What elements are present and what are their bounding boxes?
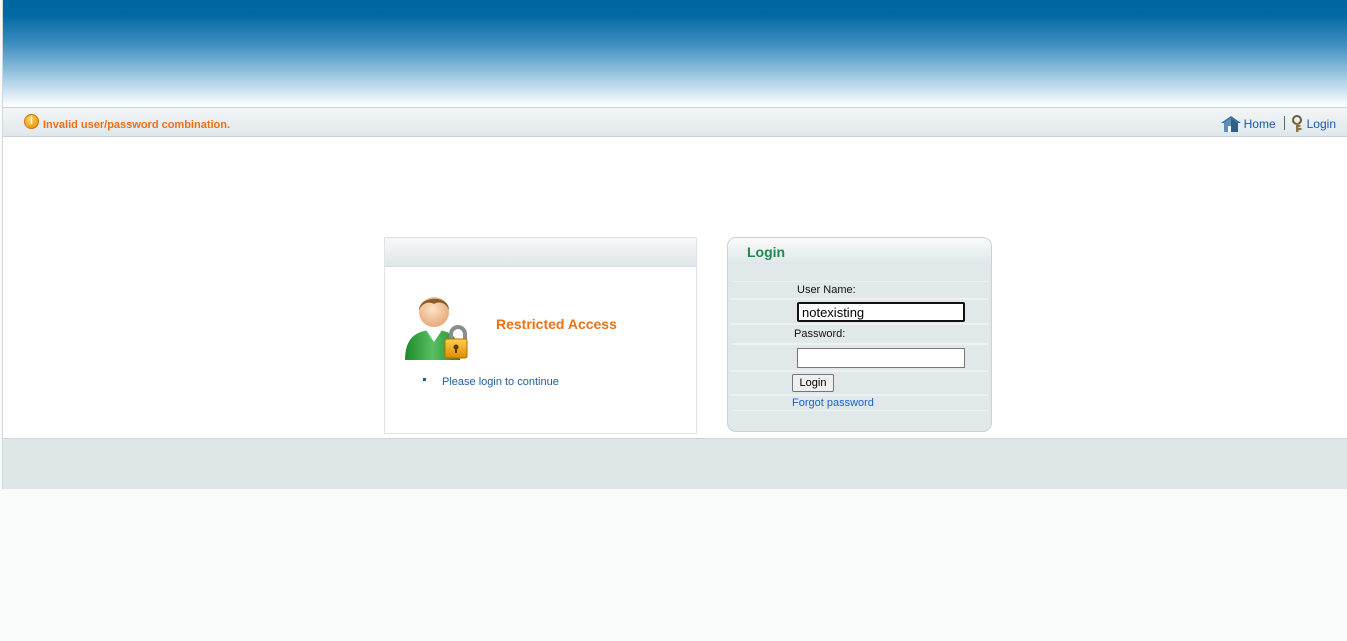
bullet-marker [423,378,426,381]
forgot-password-link[interactable]: Forgot password [792,397,874,409]
login-panel: Login User Name: Password: Login Forgot … [727,237,992,432]
list-item: Please login to continue [442,376,559,388]
password-label-row: Password: [731,324,988,344]
nav-separator [1283,116,1285,130]
login-panel-header: Login [728,238,991,264]
key-icon [1291,115,1302,132]
status-bar: ! Invalid user/password combination. Hom… [3,107,1347,137]
restricted-access-panel: Restricted Access Please login to contin… [384,237,697,434]
login-title: Login [747,244,786,260]
username-label-row: User Name: [731,281,988,299]
username-input-row [731,299,988,324]
login-button[interactable]: Login [792,374,834,392]
password-field[interactable] [797,348,965,368]
home-link[interactable]: Home [1220,115,1276,133]
house-icon [1220,116,1241,132]
password-input-row [731,344,988,371]
password-label: Password: [794,328,846,340]
username-label: User Name: [797,284,856,296]
top-nav: Home Login [1220,115,1336,135]
home-link-label: Home [1243,117,1276,131]
user-lock-icon [405,297,468,360]
page: ! Invalid user/password combination. Hom… [2,0,1347,489]
login-link[interactable]: Login [1291,115,1336,133]
footer [3,438,1347,489]
restricted-title: Restricted Access [496,316,617,332]
submit-row [731,371,988,395]
warning-icon: ! [24,114,39,129]
header-banner [3,0,1347,107]
error-message: Invalid user/password combination. [43,119,231,131]
username-field[interactable] [797,302,965,322]
login-link-label: Login [1306,117,1336,131]
panel-header [385,238,696,267]
